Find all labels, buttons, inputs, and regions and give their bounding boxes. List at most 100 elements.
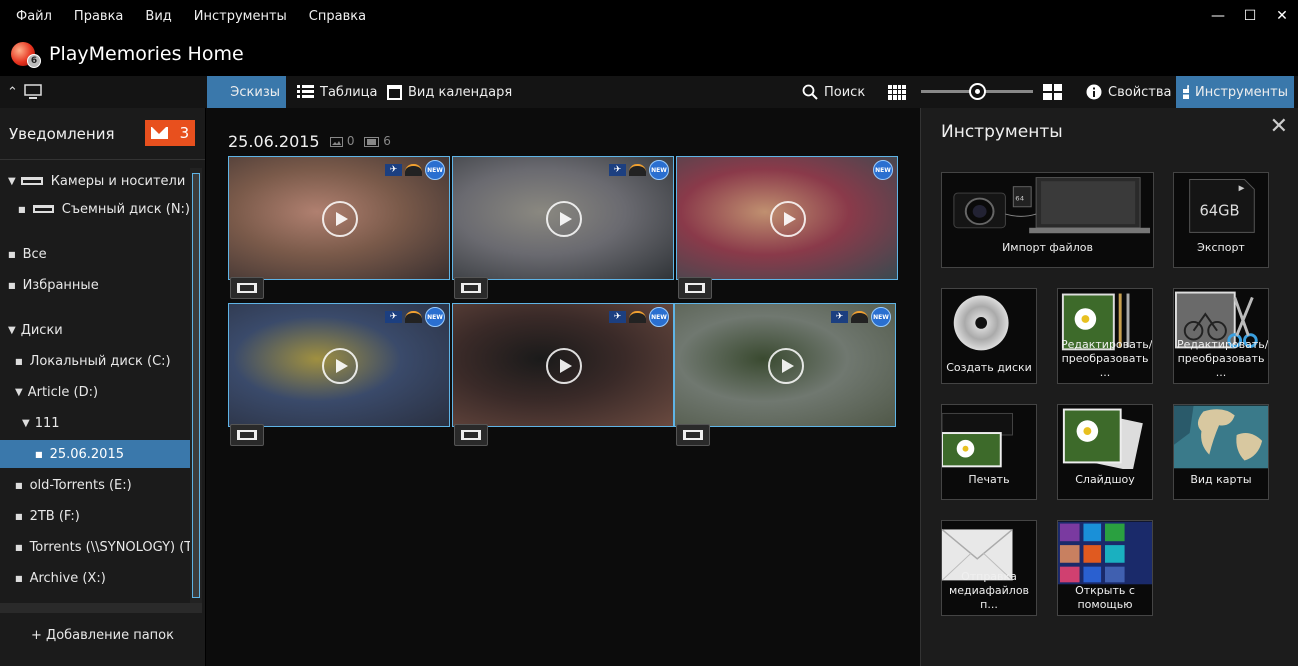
search-button[interactable]: Поиск: [796, 76, 871, 108]
video-thumbnail[interactable]: ✈ NEW: [452, 303, 674, 427]
tools-button[interactable]: Инструменты: [1176, 76, 1294, 108]
minimize-button[interactable]: —: [1202, 0, 1234, 32]
tree-item-archive[interactable]: ■ Archive (X:): [0, 565, 190, 591]
bullet-icon: ■: [8, 249, 16, 259]
tree-item-111[interactable]: ▼ 111: [0, 410, 190, 436]
play-icon[interactable]: [770, 201, 806, 237]
toolbar: ⌃ Эскизы Таблица Вид календаря Поиск Сво…: [0, 76, 1298, 108]
large-thumbs-button[interactable]: [1037, 76, 1068, 108]
play-icon[interactable]: [546, 348, 582, 384]
tree-item-favorites[interactable]: ■ Избранные: [0, 272, 190, 298]
gauge-icon: [629, 164, 646, 176]
tree-item-cameras[interactable]: ▼ Камеры и носители: [0, 168, 190, 194]
tool-slideshow[interactable]: Слайдшоу: [1057, 404, 1153, 500]
video-type-film-icon[interactable]: [454, 277, 488, 299]
tree-item-article-d[interactable]: ▼ Article (D:): [0, 379, 190, 405]
gauge-icon: [405, 311, 422, 323]
bullet-icon: ■: [15, 480, 23, 490]
tree-item-torrents-t[interactable]: ■ Torrents (\\SYNOLOGY) (T:: [0, 534, 190, 560]
small-grid-icon: [888, 84, 906, 100]
play-icon[interactable]: [322, 348, 358, 384]
zoom-slider[interactable]: [921, 83, 1033, 100]
bullet-icon: ■: [35, 449, 43, 459]
photo-count-value: 0: [346, 134, 355, 148]
new-badge-icon: NEW: [873, 160, 893, 180]
tree-item-old-torrents[interactable]: ■ old-Torrents (E:): [0, 472, 190, 498]
thumbnail-badges: NEW: [873, 160, 893, 180]
tab-table[interactable]: Таблица: [291, 76, 384, 108]
scrollbar-thumb[interactable]: [192, 173, 200, 598]
play-icon[interactable]: [768, 348, 804, 384]
tool-edit-video[interactable]: Редактировать/ преобразовать ...: [1173, 288, 1269, 384]
play-icon[interactable]: [546, 201, 582, 237]
tree-item-2tb[interactable]: ■ 2TB (F:): [0, 503, 190, 529]
add-folders-button[interactable]: + Добавление папок: [0, 628, 205, 643]
video-thumbnail[interactable]: ✈ NEW: [674, 303, 896, 427]
grid-icon: [213, 85, 224, 99]
logo-badge: 6: [27, 54, 41, 68]
video-type-film-icon[interactable]: [676, 424, 710, 446]
video-type-film-icon[interactable]: [230, 424, 264, 446]
thumbnail-badges: ✈ NEW: [831, 307, 891, 327]
close-panel-icon[interactable]: ✕: [1270, 114, 1288, 139]
tree-item-label: Съемный диск (N:): [61, 201, 190, 217]
menu-edit[interactable]: Правка: [63, 9, 134, 24]
tool-export[interactable]: 64GB Экспорт: [1173, 172, 1269, 268]
tree-item-label: Локальный диск (C:): [29, 353, 171, 369]
menu-file[interactable]: Файл: [0, 9, 63, 24]
tree-item-date-folder[interactable]: ■ 25.06.2015: [0, 440, 190, 468]
small-thumbs-button[interactable]: [882, 76, 912, 108]
video-thumbnail[interactable]: ✈ NEW: [228, 156, 450, 280]
notifications-bar[interactable]: Уведомления 3: [0, 108, 205, 160]
sidebar: Уведомления 3 ▼ Камеры и носители ■ Съем…: [0, 108, 205, 666]
tree-item-removable[interactable]: ■ Съемный диск (N:): [0, 196, 190, 222]
expand-triangle-icon[interactable]: ▼: [15, 387, 23, 398]
tool-export-label: Экспорт: [1197, 241, 1245, 254]
close-button[interactable]: ✕: [1266, 0, 1298, 32]
tab-thumbnails[interactable]: Эскизы: [207, 76, 286, 108]
tree-item-label: Диски: [20, 322, 63, 338]
menu-view[interactable]: Вид: [134, 9, 182, 24]
bullet-icon: ■: [15, 542, 23, 552]
tree-item-local-c[interactable]: ■ Локальный диск (C:): [0, 348, 190, 374]
tool-map[interactable]: Вид карты: [1173, 404, 1269, 500]
tool-print[interactable]: Печать: [941, 404, 1037, 500]
maximize-button[interactable]: ☐: [1234, 0, 1266, 32]
play-icon[interactable]: [322, 201, 358, 237]
video-thumbnail[interactable]: NEW: [676, 156, 898, 280]
tool-map-label: Вид карты: [1190, 473, 1252, 486]
expand-triangle-icon[interactable]: ▼: [8, 325, 16, 336]
menu-help[interactable]: Справка: [298, 9, 377, 24]
zoom-slider-knob[interactable]: [969, 83, 986, 100]
gps-icon: ✈: [831, 311, 848, 323]
tool-send-media[interactable]: Отправка медиафайлов п...: [941, 520, 1037, 616]
collapse-icon[interactable]: ⌃: [7, 85, 18, 100]
tab-calendar[interactable]: Вид календаря: [381, 76, 518, 108]
video-type-film-icon[interactable]: [230, 277, 264, 299]
properties-button[interactable]: Свойства: [1080, 76, 1178, 108]
tree-item-disks[interactable]: ▼ Диски: [0, 317, 190, 343]
tool-open-with[interactable]: Открыть с помощью: [1057, 520, 1153, 616]
new-badge-icon: NEW: [425, 307, 445, 327]
sidebar-vertical-scrollbar[interactable]: [190, 168, 202, 608]
tool-edit-photo[interactable]: Редактировать/ преобразовать ...: [1057, 288, 1153, 384]
tree-item-label: old-Torrents (E:): [29, 477, 132, 493]
video-type-film-icon[interactable]: [454, 424, 488, 446]
new-badge-icon: NEW: [649, 160, 669, 180]
tool-send-media-label: Отправка медиафайлов п...: [948, 570, 1030, 611]
notifications-badge[interactable]: 3: [145, 120, 195, 146]
computer-icon[interactable]: [24, 84, 42, 100]
expand-triangle-icon[interactable]: ▼: [22, 418, 30, 429]
tool-import[interactable]: 64 Импорт файлов: [941, 172, 1154, 268]
video-thumbnail[interactable]: ✈ NEW: [228, 303, 450, 427]
tool-create-discs[interactable]: Создать диски: [941, 288, 1037, 384]
video-type-film-icon[interactable]: [678, 277, 712, 299]
sidebar-horizontal-scrollbar[interactable]: [0, 603, 202, 613]
menu-tools[interactable]: Инструменты: [183, 9, 298, 24]
video-thumbnail[interactable]: ✈ NEW: [452, 156, 674, 280]
table-icon: [297, 85, 314, 98]
tree-item-all[interactable]: ■ Все: [0, 241, 190, 267]
tool-edit-photo-label: Редактировать/ преобразовать ...: [1061, 338, 1153, 379]
tree-item-label: Archive (X:): [29, 570, 106, 586]
expand-triangle-icon[interactable]: ▼: [8, 176, 16, 187]
